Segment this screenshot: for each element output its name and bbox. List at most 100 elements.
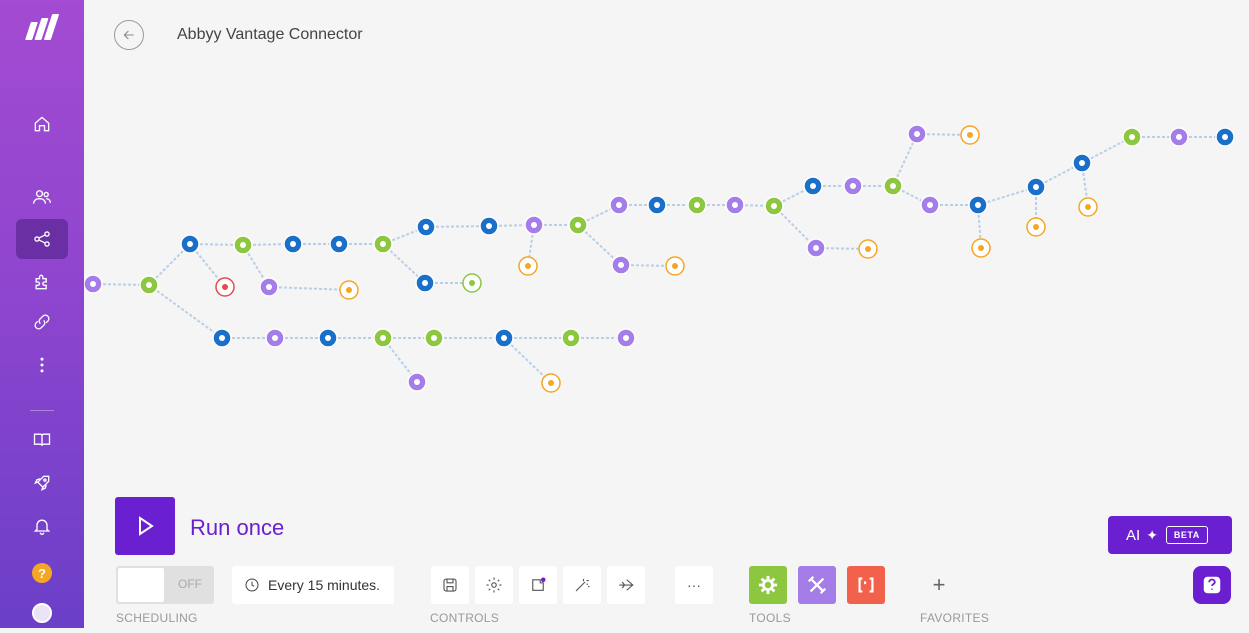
module-icon [967, 132, 973, 138]
sidebar-item-more[interactable] [16, 345, 68, 385]
module-icon [1033, 224, 1039, 230]
module-icon [575, 222, 581, 228]
scenario-canvas[interactable] [84, 60, 1249, 490]
module-icon [423, 224, 429, 230]
add-favorite-button[interactable]: + [920, 566, 958, 604]
sidebar-item-docs[interactable] [16, 420, 68, 460]
module-icon [486, 223, 492, 229]
module-icon [623, 335, 629, 341]
sidebar-item-profile[interactable] [16, 593, 68, 633]
sidebar-item-whats-new[interactable] [16, 463, 68, 503]
module-icon [1222, 134, 1228, 140]
module-icon [431, 335, 437, 341]
more-controls-button[interactable]: ··· [675, 566, 713, 604]
avatar [32, 603, 52, 623]
schedule-interval-button[interactable]: Every 15 minutes. [232, 566, 394, 604]
save-button[interactable] [431, 566, 469, 604]
module-icon [914, 131, 920, 137]
support-chat-button[interactable] [1193, 566, 1231, 604]
module-icon [290, 241, 296, 247]
module-icon [501, 335, 507, 341]
route-connector[interactable] [503, 337, 552, 384]
module-icon [1085, 204, 1091, 210]
module-icon [1033, 184, 1039, 190]
module-icon [525, 263, 531, 269]
toggle-knob [118, 568, 164, 602]
module-icon [1079, 160, 1085, 166]
gear-icon [486, 577, 502, 593]
module-icon [548, 380, 554, 386]
module-icon [672, 263, 678, 269]
sidebar-divider [30, 410, 54, 411]
sidebar-item-scenarios[interactable] [16, 219, 68, 259]
run-once-button[interactable] [115, 497, 175, 555]
magic-wand-icon [575, 579, 590, 592]
route-connector[interactable] [148, 284, 223, 339]
more-horizontal-icon: ··· [687, 577, 701, 593]
module-icon [90, 281, 96, 287]
scenario-settings-button[interactable] [475, 566, 513, 604]
module-icon [146, 282, 152, 288]
back-button[interactable] [114, 20, 144, 50]
auto-align-button[interactable] [563, 566, 601, 604]
toggle-state: OFF [178, 577, 202, 591]
route-connector[interactable] [268, 286, 350, 291]
run-once-label[interactable]: Run once [190, 515, 284, 541]
bell-icon [33, 519, 51, 535]
rocket-icon [34, 475, 50, 491]
arrow-left-icon [123, 30, 134, 40]
scenario-graph[interactable] [84, 60, 1249, 490]
save-icon [443, 578, 457, 592]
module-icon [810, 183, 816, 189]
puzzle-icon [35, 274, 47, 290]
scheduling-toggle[interactable]: OFF [116, 566, 214, 604]
make-logo[interactable] [25, 14, 60, 40]
sidebar: ? [0, 0, 84, 628]
module-icon [380, 335, 386, 341]
ai-label: AI [1126, 526, 1141, 544]
module-icon [422, 280, 428, 286]
sidebar-item-team[interactable] [16, 177, 68, 217]
help-icon: ? [32, 563, 52, 583]
plus-icon: + [932, 572, 946, 597]
sidebar-item-apps[interactable] [16, 262, 68, 302]
notes-button[interactable] [519, 566, 557, 604]
module-icon [325, 335, 331, 341]
note-icon [532, 577, 546, 591]
text-parser-button[interactable] [847, 566, 885, 604]
brackets-icon [858, 577, 874, 593]
more-vertical-icon [40, 357, 44, 373]
tools-button[interactable] [798, 566, 836, 604]
explain-flow-button[interactable] [607, 566, 645, 604]
scheduling-section-label: SCHEDULING [116, 611, 198, 625]
sidebar-item-notifications[interactable] [16, 506, 68, 546]
schedule-interval-text: Every 15 minutes. [268, 577, 381, 593]
sidebar-item-home[interactable] [16, 104, 68, 144]
module-icon [219, 335, 225, 341]
sidebar-item-connections[interactable] [16, 302, 68, 342]
module-icon [654, 202, 660, 208]
ai-assistant-button[interactable]: AI ✦ BETA [1108, 516, 1232, 554]
module-icon [568, 335, 574, 341]
link-icon [34, 314, 50, 330]
book-icon [33, 433, 51, 446]
flow-control-tool-button[interactable] [749, 566, 787, 604]
module-icon [694, 202, 700, 208]
sidebar-item-help[interactable]: ? [16, 553, 68, 593]
module-icon [850, 183, 856, 189]
module-icon [732, 202, 738, 208]
chat-icon [1203, 576, 1221, 594]
module-icon [771, 203, 777, 209]
module-icon [380, 241, 386, 247]
module-icon [336, 241, 342, 247]
wrench-icon [807, 575, 827, 595]
share-nodes-icon [34, 231, 50, 247]
module-icon [927, 202, 933, 208]
beta-badge: BETA [1165, 526, 1208, 544]
module-icon [469, 280, 475, 286]
module-icon [531, 222, 537, 228]
module-icon [618, 262, 624, 268]
module-icon [187, 241, 193, 247]
controls-section-label: CONTROLS [430, 611, 500, 625]
module-icon [1129, 134, 1135, 140]
